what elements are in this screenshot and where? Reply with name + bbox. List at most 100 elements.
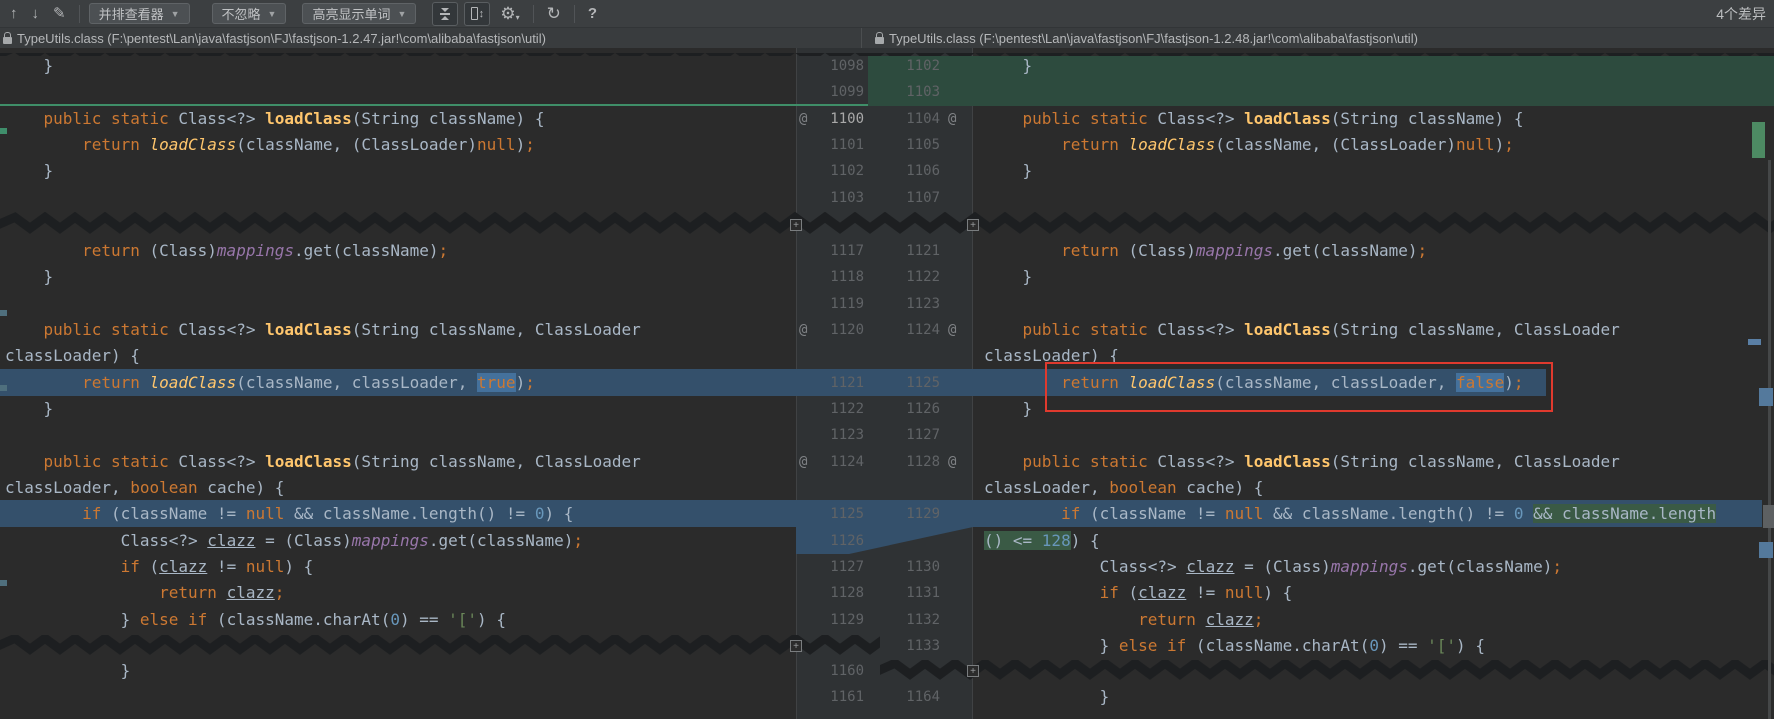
code-line[interactable]: return clazz; <box>5 580 796 606</box>
code-line[interactable]: public static Class<?> loadClass(String … <box>5 317 796 343</box>
code-line[interactable]: } <box>5 658 796 684</box>
code-line[interactable]: public static Class<?> loadClass(String … <box>5 449 796 475</box>
code-token: (Class) <box>1118 241 1196 260</box>
code-token: .get(className) <box>1407 557 1553 576</box>
line-number: 1128 <box>830 585 864 601</box>
code-line[interactable]: if (clazz != null) { <box>984 580 1774 606</box>
code-token: if <box>1061 504 1081 523</box>
code-token: clazz <box>226 583 275 602</box>
scrollbar-marker-thumb[interactable] <box>1763 505 1774 528</box>
expand-fold-button[interactable]: + <box>790 640 802 652</box>
viewer-mode-dropdown[interactable]: 并排查看器 ▼ <box>88 3 190 24</box>
code-token: (Class) <box>139 241 217 260</box>
code-line[interactable]: classLoader, boolean cache) { <box>984 475 1774 501</box>
folded-region[interactable] <box>0 635 880 657</box>
code-line[interactable]: public static Class<?> loadClass(String … <box>984 449 1774 475</box>
code-line[interactable]: return (Class)mappings.get(className); <box>984 238 1774 264</box>
code-line[interactable] <box>984 185 1774 211</box>
code-line[interactable]: if (className != null && className.lengt… <box>984 501 1774 527</box>
code-line[interactable]: } <box>5 396 796 422</box>
line-number: 1099 <box>830 84 864 100</box>
code-token: loadClass <box>1244 452 1331 471</box>
code-line[interactable]: } <box>984 53 1774 79</box>
changed-method-marker: @ <box>948 111 957 127</box>
collapse-unchanged-toggle[interactable] <box>432 1 459 26</box>
previous-difference-button[interactable]: ↑ <box>6 4 22 23</box>
code-line[interactable] <box>5 422 796 448</box>
code-token: return <box>1061 135 1119 154</box>
code-line[interactable]: } <box>984 264 1774 290</box>
code-line[interactable]: public static Class<?> loadClass(String … <box>984 106 1774 132</box>
code-line[interactable]: if (clazz != null) { <box>5 554 796 580</box>
whitespace-ignore-dropdown[interactable]: 不忽略 ▼ <box>211 3 287 24</box>
folded-region[interactable] <box>0 212 1774 237</box>
code-line[interactable] <box>984 422 1774 448</box>
line-number: 1107 <box>906 190 940 206</box>
sync-scroll-toggle[interactable]: ↕ <box>464 1 491 26</box>
folded-region[interactable] <box>880 660 1774 682</box>
code-token: loadClass <box>149 135 237 154</box>
code-line[interactable]: public static Class<?> loadClass(String … <box>5 106 796 132</box>
code-line[interactable]: } <box>984 684 1774 710</box>
code-line[interactable]: } <box>5 158 796 184</box>
code-token: && className.length() != <box>284 504 535 523</box>
zigzag-icon <box>880 660 1774 680</box>
code-line[interactable] <box>984 79 1774 105</box>
code-line[interactable] <box>5 185 796 211</box>
scrollbar-marker-change-blue[interactable] <box>1759 388 1773 406</box>
code-token: .get(className) <box>428 531 574 550</box>
code-line[interactable]: Class<?> clazz = (Class)mappings.get(cla… <box>5 528 796 554</box>
code-line[interactable]: public static Class<?> loadClass(String … <box>984 317 1774 343</box>
code-token: (className, (ClassLoader) <box>236 135 478 154</box>
code-token: if <box>188 610 208 629</box>
code-line[interactable]: if (className != null && className.lengt… <box>5 501 796 527</box>
code-line[interactable] <box>5 291 796 317</box>
scrollbar-marker-change-blue[interactable] <box>1748 339 1761 345</box>
code-token: ; <box>525 373 535 392</box>
settings-button[interactable]: ⚙▾ <box>496 3 523 24</box>
code-token: classLoader, <box>5 478 131 497</box>
code-token: (className != <box>1080 504 1225 523</box>
code-token: () <= <box>984 531 1042 550</box>
code-line[interactable]: return loadClass(className, (ClassLoader… <box>5 132 796 158</box>
expand-fold-button[interactable]: + <box>967 665 979 677</box>
code-line[interactable]: return loadClass(className, (ClassLoader… <box>984 132 1774 158</box>
code-line[interactable] <box>5 79 796 105</box>
code-line[interactable]: } <box>5 53 796 79</box>
next-difference-button[interactable]: ↓ <box>28 4 44 23</box>
code-line[interactable]: Class<?> clazz = (Class)mappings.get(cla… <box>984 554 1774 580</box>
code-line[interactable]: () <= 128) { <box>984 528 1774 554</box>
code-token: (String className) { <box>1330 109 1524 128</box>
expand-fold-button[interactable]: + <box>967 219 979 231</box>
code-line[interactable]: } <box>5 264 796 290</box>
code-line[interactable]: classLoader) { <box>5 343 796 369</box>
line-number: 1127 <box>830 559 864 575</box>
code-line[interactable] <box>984 291 1774 317</box>
code-line[interactable]: } <box>984 158 1774 184</box>
code-line[interactable]: return clazz; <box>984 607 1774 633</box>
code-line[interactable]: } else if (className.charAt(0) == '[') { <box>5 607 796 633</box>
help-button[interactable]: ? <box>584 4 601 23</box>
code-token: ; <box>274 583 285 602</box>
scrollbar-marker-change-green[interactable] <box>1752 122 1765 158</box>
code-line[interactable] <box>5 684 796 710</box>
refresh-button[interactable]: ↻ <box>543 3 565 24</box>
code-token: return <box>82 373 140 392</box>
code-token: clazz <box>1138 583 1187 602</box>
scrollbar-marker-change-blue[interactable] <box>1759 542 1773 558</box>
scrollbar-track[interactable] <box>1768 160 1771 719</box>
code-line[interactable]: return loadClass(className, classLoader,… <box>5 370 796 396</box>
edit-icon[interactable]: ✎ <box>49 4 70 23</box>
line-number: 1104 <box>906 111 940 127</box>
line-number: 1160 <box>830 663 864 679</box>
code-line[interactable]: return (Class)mappings.get(className); <box>5 238 796 264</box>
code-token: (className.charAt( <box>1186 636 1370 655</box>
expand-fold-button[interactable]: + <box>790 219 802 231</box>
code-line[interactable]: classLoader, boolean cache) { <box>5 475 796 501</box>
code-line[interactable]: } else if (className.charAt(0) == '[') { <box>984 633 1774 659</box>
highlight-mode-dropdown[interactable]: 高亮显示单词 ▼ <box>302 3 417 24</box>
